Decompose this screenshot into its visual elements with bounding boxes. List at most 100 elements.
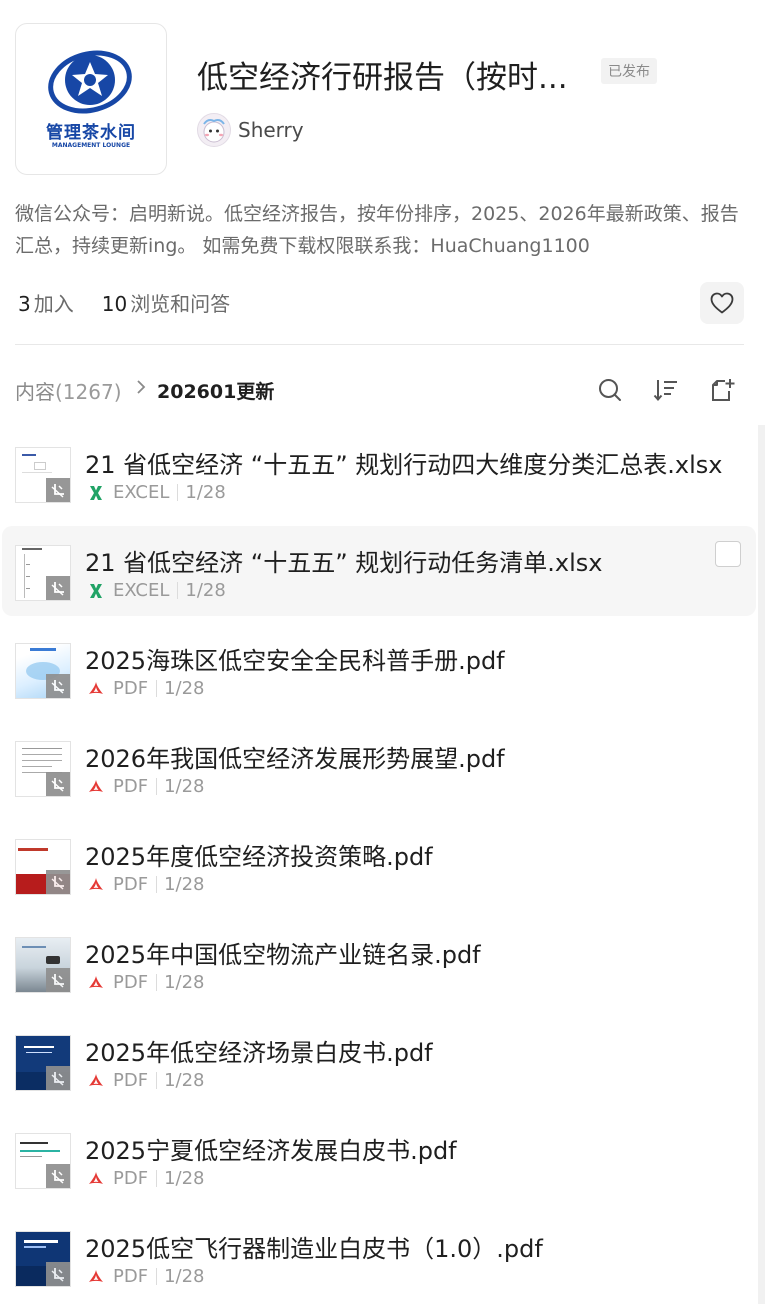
file-row[interactable]: 2025海珠区低空安全全民科普手册.pdf PDF 1/28	[2, 624, 756, 714]
breadcrumb-root-label: 内容	[15, 380, 55, 404]
heart-icon	[710, 292, 734, 314]
not-downloaded-icon	[51, 974, 64, 988]
file-type: PDF	[113, 972, 149, 993]
download-status-overlay	[46, 576, 70, 600]
file-name: 2025宁夏低空经济发展白皮书.pdf	[85, 1137, 457, 1165]
file-row[interactable]: 2025宁夏低空经济发展白皮书.pdf PDF 1/28	[2, 1114, 756, 1204]
section-divider	[15, 344, 744, 345]
file-type: EXCEL	[113, 482, 170, 503]
file-date: 1/28	[164, 1070, 205, 1091]
knowledge-base-description: 微信公众号：启明新说。低空经济报告，按年份排序，2025、2026年最新政策、报…	[15, 203, 739, 257]
file-date: 1/28	[164, 678, 205, 699]
pdf-icon	[89, 779, 103, 792]
file-type: PDF	[113, 776, 149, 797]
file-type: PDF	[113, 1168, 149, 1189]
file-thumbnail	[15, 937, 71, 993]
file-date: 1/28	[185, 482, 226, 503]
file-meta: PDF 1/28	[88, 678, 205, 699]
file-thumbnail	[15, 545, 71, 601]
file-name: 2025年度低空经济投资策略.pdf	[85, 843, 433, 871]
file-name: 21 省低空经济 “十五五” 规划行动任务清单.xlsx	[85, 549, 603, 577]
file-row[interactable]: 2025年度低空经济投资策略.pdf PDF 1/28	[2, 820, 756, 910]
meta-separator	[156, 876, 158, 893]
not-downloaded-icon	[51, 484, 64, 498]
knowledge-base-logo: 管理茶水间 MANAGEMENT LOUNGE	[15, 23, 167, 175]
views-count: 10	[101, 292, 128, 316]
logo-text: 管理茶水间	[46, 123, 136, 143]
file-type: PDF	[113, 678, 149, 699]
logo-subtext: MANAGEMENT LOUNGE	[51, 142, 131, 149]
download-status-overlay	[46, 772, 70, 796]
download-status-overlay	[46, 478, 70, 502]
search-icon[interactable]	[597, 377, 623, 403]
meta-separator	[156, 974, 158, 991]
download-status-overlay	[46, 674, 70, 698]
not-downloaded-icon	[51, 778, 64, 792]
pdf-icon	[89, 681, 103, 694]
file-thumbnail	[15, 1231, 71, 1287]
sort-icon[interactable]	[653, 377, 679, 403]
pdf-icon	[89, 877, 103, 890]
file-thumbnail	[15, 1035, 71, 1091]
file-row[interactable]: 2025低空飞行器制造业白皮书（1.0）.pdf PDF 1/28	[2, 1212, 756, 1302]
file-type: PDF	[113, 874, 149, 895]
meta-separator	[156, 778, 158, 795]
file-name: 2025年低空经济场景白皮书.pdf	[85, 1039, 433, 1067]
row-select-checkbox[interactable]	[715, 541, 741, 567]
not-downloaded-icon	[51, 1170, 64, 1184]
file-row[interactable]: 2025年中国低空物流产业链名录.pdf PDF 1/28	[2, 918, 756, 1008]
excel-icon	[90, 583, 102, 598]
not-downloaded-icon	[51, 1072, 64, 1086]
pdf-icon	[89, 1269, 103, 1282]
file-name: 2026年我国低空经济发展形势展望.pdf	[85, 745, 505, 773]
file-row[interactable]: 2025年低空经济场景白皮书.pdf PDF 1/28	[2, 1016, 756, 1106]
download-status-overlay	[46, 1262, 70, 1286]
file-date: 1/28	[164, 1168, 205, 1189]
chevron-right-icon	[137, 380, 146, 394]
file-meta: EXCEL 1/28	[88, 482, 226, 503]
file-row[interactable]: 2026年我国低空经济发展形势展望.pdf PDF 1/28	[2, 722, 756, 812]
file-thumbnail	[15, 1133, 71, 1189]
logo-image	[48, 50, 132, 114]
breadcrumb-current[interactable]: 202601更新	[157, 377, 274, 404]
download-status-overlay	[46, 1164, 70, 1188]
file-date: 1/28	[185, 580, 226, 601]
file-date: 1/28	[164, 776, 205, 797]
pdf-icon	[89, 1171, 103, 1184]
scrollbar[interactable]	[758, 425, 765, 1304]
download-status-overlay	[46, 870, 70, 894]
file-meta: EXCEL 1/28	[88, 580, 226, 601]
author-name: Sherry	[238, 118, 304, 142]
author-info[interactable]: Sherry	[197, 113, 304, 147]
file-name: 2025海珠区低空安全全民科普手册.pdf	[85, 647, 505, 675]
excel-icon	[90, 485, 102, 500]
breadcrumb-root-count: (1267)	[55, 380, 122, 404]
download-status-overlay	[46, 968, 70, 992]
file-meta: PDF 1/28	[88, 1168, 205, 1189]
joined-count: 3	[18, 292, 31, 316]
like-button[interactable]	[700, 282, 744, 324]
meta-separator	[156, 1170, 158, 1187]
file-name: 2025年中国低空物流产业链名录.pdf	[85, 941, 481, 969]
file-name: 21 省低空经济 “十五五” 规划行动四大维度分类汇总表.xlsx	[85, 451, 723, 479]
pdf-icon	[89, 975, 103, 988]
meta-separator	[177, 582, 179, 599]
file-thumbnail	[15, 447, 71, 503]
file-row[interactable]: 21 省低空经济 “十五五” 规划行动四大维度分类汇总表.xlsx EXCEL 1/…	[2, 428, 756, 518]
not-downloaded-icon	[51, 876, 64, 890]
file-date: 1/28	[164, 1266, 205, 1287]
file-thumbnail	[15, 741, 71, 797]
joined-label: 加入	[33, 292, 74, 316]
meta-separator	[156, 1268, 158, 1285]
status-badge: 已发布	[601, 58, 657, 84]
breadcrumb-root[interactable]: 内容(1267)	[15, 376, 122, 405]
meta-separator	[156, 1072, 158, 1089]
file-row[interactable]: 21 省低空经济 “十五五” 规划行动任务清单.xlsx EXCEL 1/28	[2, 526, 756, 616]
file-date: 1/28	[164, 874, 205, 895]
not-downloaded-icon	[51, 582, 64, 596]
file-type: PDF	[113, 1070, 149, 1091]
meta-separator	[177, 484, 179, 501]
new-doc-icon[interactable]	[709, 377, 735, 403]
download-status-overlay	[46, 1066, 70, 1090]
not-downloaded-icon	[51, 680, 64, 694]
